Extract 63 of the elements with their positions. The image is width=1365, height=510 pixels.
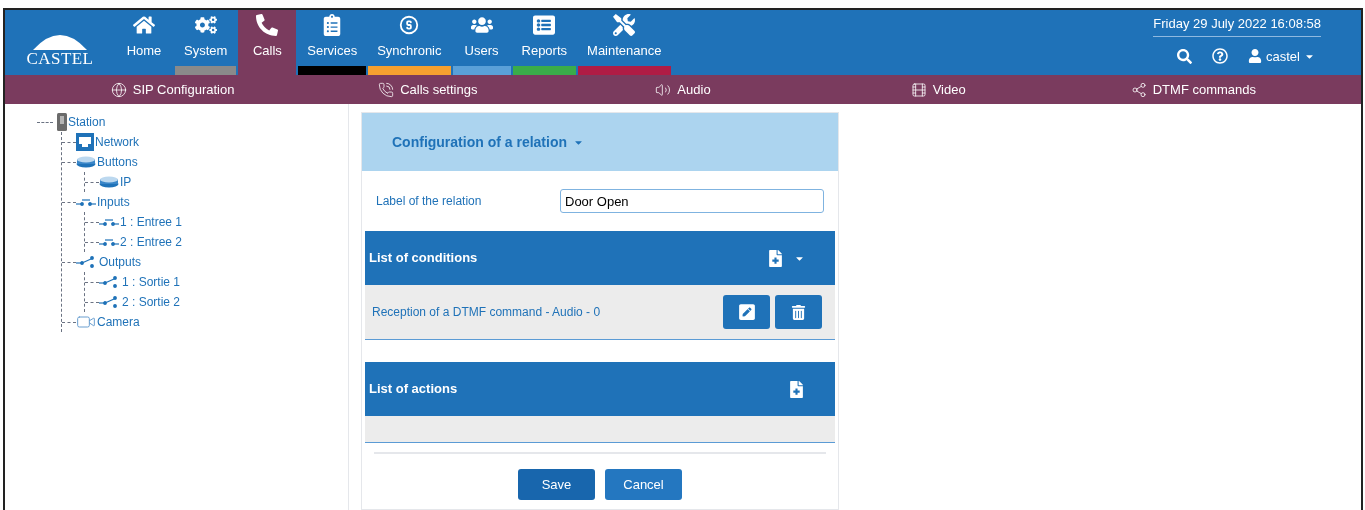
nav-tab[interactable]: Home — [115, 10, 173, 75]
search-icon[interactable] — [1177, 48, 1193, 64]
date-time: Friday 29 July 2022 16:08:58 — [1153, 14, 1321, 37]
relation-label-field[interactable]: Door Open — [560, 189, 824, 213]
sub-nav-link[interactable]: Audio — [555, 75, 811, 104]
nav-tab[interactable]: Maintenance — [578, 10, 671, 75]
tools-icon — [613, 14, 636, 36]
tree-item[interactable]: Station — [68, 113, 106, 131]
add-file-icon[interactable] — [788, 380, 805, 398]
tree-item[interactable]: 2 : Sortie 2 — [122, 293, 181, 311]
gears-icon — [194, 14, 217, 36]
tree-item[interactable]: Inputs — [97, 193, 130, 211]
user-icon — [1248, 49, 1263, 64]
speaker-icon — [655, 81, 672, 98]
nav-tab[interactable]: System — [175, 10, 237, 75]
network-port-icon — [76, 133, 94, 151]
form-button[interactable]: Save — [518, 469, 595, 500]
tree-item[interactable]: 1 : Sortie 1 — [122, 273, 181, 291]
sub-nav-link[interactable]: Video — [810, 75, 1066, 104]
edit-button[interactable] — [723, 295, 770, 329]
tree-item[interactable]: Buttons — [97, 153, 138, 171]
push-button-icon — [99, 176, 119, 188]
tree-item[interactable]: IP — [120, 173, 132, 191]
trash-icon — [791, 304, 806, 320]
tree-item[interactable]: Network — [95, 133, 139, 151]
sub-nav-link[interactable]: DTMF commands — [1065, 75, 1321, 104]
nav-tab[interactable]: Users — [452, 10, 511, 75]
intercom-icon — [57, 113, 67, 131]
users-icon — [470, 14, 493, 36]
panel-title-dropdown[interactable]: Configuration of a relation — [392, 131, 584, 153]
list-icon — [533, 14, 556, 36]
logo: CASTEL — [5, 10, 115, 75]
user-menu[interactable]: castel — [1248, 46, 1315, 66]
nodes-icon — [1130, 81, 1147, 98]
sub-nav-link[interactable]: Calls settings — [300, 75, 556, 104]
add-file-icon[interactable] — [767, 249, 784, 267]
tree-item[interactable]: Outputs — [99, 253, 142, 271]
nav-tab[interactable]: Synchronic — [368, 10, 451, 75]
switch-icon — [99, 217, 119, 227]
field-label: Label of the relation — [376, 193, 483, 210]
switch-icon — [76, 197, 96, 207]
tree-item[interactable]: 2 : Entree 2 — [120, 233, 183, 251]
home-icon — [133, 14, 155, 36]
sub-nav-link[interactable]: SIP Configuration — [45, 75, 301, 104]
nav-tab[interactable]: Calls — [238, 10, 297, 75]
nav-tab[interactable]: Reports — [512, 10, 577, 75]
edit-icon — [737, 303, 756, 321]
film-icon — [910, 81, 927, 98]
delete-button[interactable] — [775, 295, 822, 329]
nav-tab[interactable]: Services — [298, 10, 367, 75]
condition-text: Reception of a DTMF command - Audio - 0 — [372, 304, 601, 321]
circled-s-icon — [398, 14, 421, 36]
phone-icon — [378, 81, 395, 98]
tree-item[interactable]: 1 : Entree 1 — [120, 213, 183, 231]
push-button-icon — [76, 156, 96, 168]
form-button[interactable]: Cancel — [605, 469, 682, 500]
tree-item[interactable]: Camera — [97, 313, 140, 331]
section-title: List of conditions — [369, 249, 478, 268]
globe-icon — [110, 81, 127, 98]
help-icon[interactable] — [1212, 48, 1229, 65]
switch-icon — [99, 237, 119, 247]
section-title: List of actions — [369, 380, 458, 399]
phone-icon — [256, 14, 279, 36]
